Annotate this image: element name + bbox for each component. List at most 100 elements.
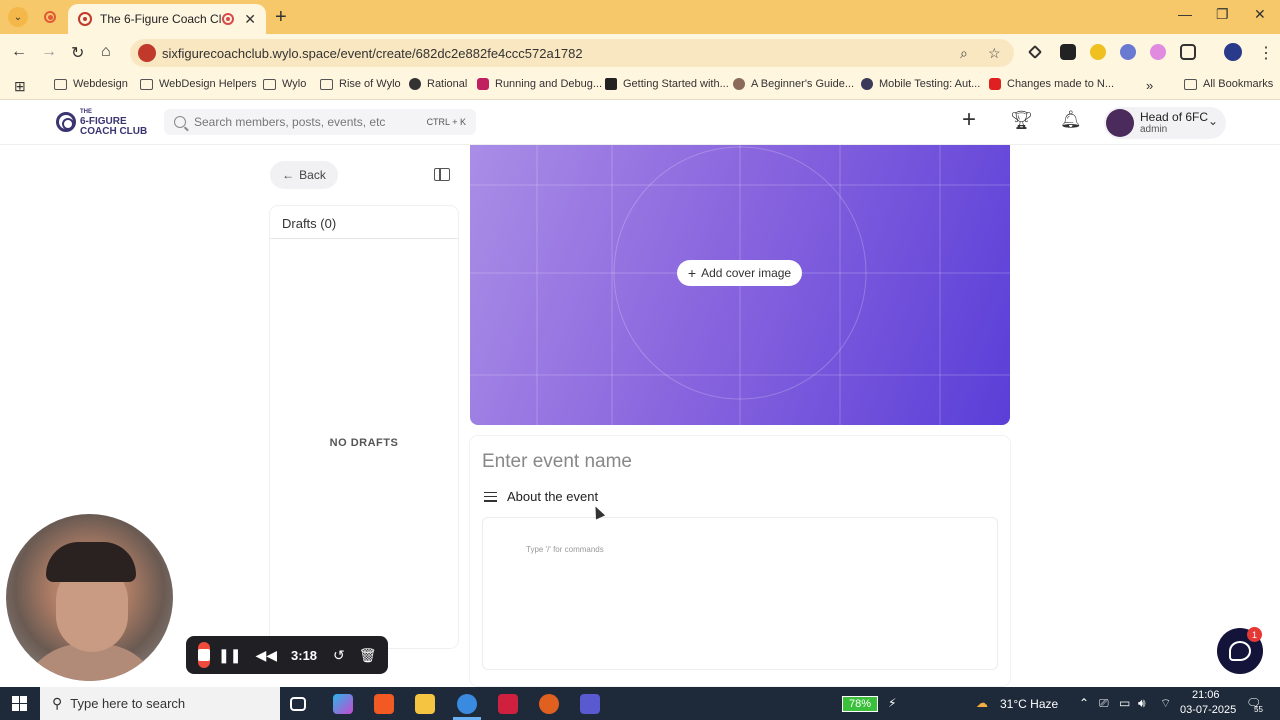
battery-tray-icon[interactable]: ▭ xyxy=(1119,696,1130,710)
no-drafts-text: NO DRAFTS xyxy=(329,437,399,449)
tab-search-chevron-icon[interactable]: ⌄ xyxy=(8,7,28,27)
tab-close-icon[interactable]: ✕ xyxy=(244,11,256,28)
teams-icon[interactable] xyxy=(580,694,600,714)
bookmark-rational[interactable]: Rational xyxy=(409,78,467,90)
webcam-person-hair xyxy=(46,542,136,582)
trophy-icon[interactable]: 🏆︎ xyxy=(1010,110,1033,131)
bookmark-running-debug[interactable]: Running and Debug... xyxy=(477,78,602,90)
debug-icon xyxy=(477,78,489,90)
trash-icon[interactable]: 🗑︎ xyxy=(359,647,377,664)
bookmark-webdesign-helpers[interactable]: WebDesign Helpers xyxy=(140,78,257,90)
restart-icon[interactable]: ↺ xyxy=(333,647,345,664)
search-icon: ⚲ xyxy=(52,695,63,711)
volume-icon[interactable]: 🔊︎ xyxy=(1138,696,1146,711)
recording-tab-icon[interactable] xyxy=(44,11,56,23)
tray-expand-icon[interactable]: ⌃ xyxy=(1079,696,1089,710)
bookmark-beginners-guide[interactable]: A Beginner's Guide... xyxy=(733,78,854,90)
description-editor[interactable]: Type '/' for commands xyxy=(482,517,998,670)
profile-avatar-icon[interactable] xyxy=(1224,43,1242,61)
club-logo[interactable]: THE 6-FIGURE COACH CLUB xyxy=(56,107,147,137)
folder-icon xyxy=(320,78,333,90)
folder-icon xyxy=(140,78,153,90)
global-search-input[interactable]: Search members, posts, events, etc CTRL … xyxy=(164,109,476,135)
drafts-panel: Drafts (0) NO DRAFTS xyxy=(270,206,458,648)
search-placeholder: Search members, posts, events, etc xyxy=(194,115,386,129)
firefox-icon[interactable] xyxy=(539,694,559,714)
figma-icon[interactable] xyxy=(498,694,518,714)
browser-tab-active[interactable]: The 6-Figure Coach Club ✕ xyxy=(68,4,266,34)
back-arrow-icon[interactable]: ← xyxy=(11,43,27,61)
rational-icon xyxy=(409,78,421,90)
brave-icon[interactable] xyxy=(374,694,394,714)
add-cover-label: Add cover image xyxy=(701,266,792,280)
minimize-icon[interactable]: — xyxy=(1178,6,1192,22)
profile-menu[interactable]: Head of 6FC admin ⌄ xyxy=(1104,107,1226,139)
weather-text[interactable]: 31°C Haze xyxy=(1000,697,1058,711)
add-cover-image-button[interactable]: + Add cover image xyxy=(677,260,802,286)
site-info-icon[interactable] xyxy=(138,44,156,62)
folder-icon xyxy=(54,78,67,90)
copilot-icon[interactable] xyxy=(333,694,353,714)
bookmark-mobile-testing[interactable]: Mobile Testing: Aut... xyxy=(861,78,980,90)
bell-icon[interactable]: 🔔︎ xyxy=(1060,110,1082,130)
rocket-extension-icon[interactable] xyxy=(1120,44,1136,60)
back-label: Back xyxy=(299,168,326,182)
plus-icon: + xyxy=(687,265,697,281)
avatar xyxy=(1106,109,1134,137)
book-icon xyxy=(605,78,617,90)
stop-recording-button[interactable] xyxy=(198,642,210,668)
more-bookmarks-icon[interactable]: » xyxy=(1146,78,1153,93)
wifi-icon[interactable]: ⌔ xyxy=(1160,696,1171,711)
create-plus-icon[interactable]: + xyxy=(962,106,976,134)
tab-recording-icon xyxy=(222,13,235,25)
forward-arrow-icon[interactable]: → xyxy=(41,43,57,61)
bookmark-wylo[interactable]: Wylo xyxy=(263,78,306,90)
address-bar-row: ← → ↻ ⌂ sixfigurecoachclub.wylo.space/ev… xyxy=(0,34,1280,72)
tab-favicon-icon xyxy=(78,12,92,26)
reload-icon[interactable]: ↻ xyxy=(71,43,84,63)
extensions-puzzle-icon[interactable] xyxy=(1180,44,1196,60)
windows-start-icon[interactable] xyxy=(12,696,27,711)
bookmark-getting-started[interactable]: Getting Started with... xyxy=(605,78,729,90)
taskbar-search-input[interactable]: ⚲ Type here to search xyxy=(40,687,280,720)
task-view-icon[interactable] xyxy=(290,697,306,711)
bookmark-webdesign[interactable]: Webdesign xyxy=(54,78,128,90)
event-name-input[interactable]: Enter event name xyxy=(482,451,632,473)
browser-menu-icon[interactable]: ⋮ xyxy=(1258,43,1274,63)
logo-line2: COACH CLUB xyxy=(80,126,148,137)
cover-image-area[interactable]: + Add cover image xyxy=(470,145,1010,425)
url-text: sixfigurecoachclub.wylo.space/event/crea… xyxy=(162,45,583,61)
bookmark-star-icon[interactable]: ☆ xyxy=(988,45,1001,62)
webcam-overlay[interactable] xyxy=(6,514,173,681)
maximize-icon[interactable]: ❐ xyxy=(1216,6,1229,23)
url-field[interactable]: sixfigurecoachclub.wylo.space/event/crea… xyxy=(130,39,1014,67)
chevron-down-icon: ⌄ xyxy=(1207,114,1218,128)
clock-time[interactable]: 21:06 xyxy=(1192,689,1220,701)
recorder-controls: ❚❚ ◀◀ 3:18 ↺ 🗑︎ xyxy=(186,636,388,674)
file-explorer-icon[interactable] xyxy=(415,694,435,714)
pink-extension-icon[interactable] xyxy=(1150,44,1166,60)
zoom-icon[interactable]: ⌕ xyxy=(960,45,968,62)
yellow-extension-icon[interactable] xyxy=(1090,44,1106,60)
browser-tab-strip: ⌄ The 6-Figure Coach Club ✕ + — ❐ ✕ xyxy=(0,0,1280,34)
battery-indicator[interactable]: 78% xyxy=(842,696,878,712)
apps-grid-icon[interactable]: ⊞ xyxy=(14,78,26,95)
all-bookmarks[interactable]: All Bookmarks xyxy=(1184,78,1273,90)
chrome-icon[interactable] xyxy=(457,694,477,714)
pause-icon[interactable]: ❚❚ xyxy=(218,647,241,664)
rewind-icon[interactable]: ◀◀ xyxy=(255,647,277,664)
bookmark-changes-made[interactable]: Changes made to N... xyxy=(989,78,1114,90)
window-close-icon[interactable]: ✕ xyxy=(1254,6,1266,23)
network-icon[interactable]: ⎚ xyxy=(1099,696,1109,711)
clock-date[interactable]: 03-07-2025 xyxy=(1180,704,1236,716)
chat-unread-badge: 1 xyxy=(1247,627,1262,642)
pen-extension-icon[interactable] xyxy=(1027,44,1043,60)
back-button[interactable]: ← Back xyxy=(270,161,338,189)
home-icon[interactable]: ⌂ xyxy=(101,43,111,61)
mobile-testing-icon xyxy=(861,78,873,90)
sidebar-toggle-icon[interactable] xyxy=(434,168,450,181)
formula-extension-icon[interactable] xyxy=(1060,44,1076,60)
new-tab-button[interactable]: + xyxy=(275,6,287,29)
bookmark-rise-of-wylo[interactable]: Rise of Wylo xyxy=(320,78,401,90)
weather-icon[interactable]: ☁︎ xyxy=(976,696,988,710)
